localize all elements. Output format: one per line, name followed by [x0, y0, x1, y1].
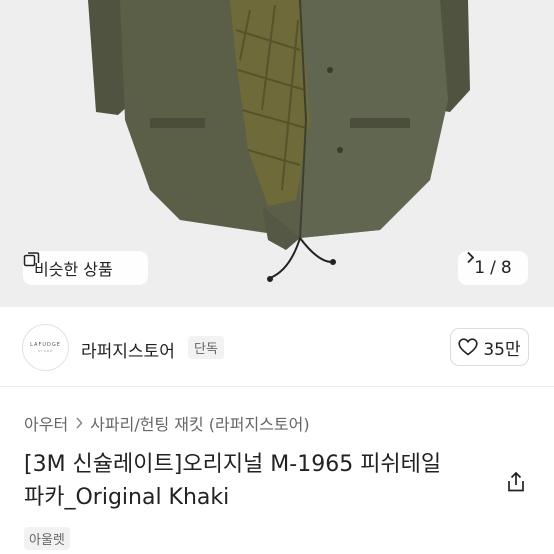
- image-total: 8: [500, 258, 512, 278]
- chevron-right-icon: [467, 251, 475, 264]
- share-icon[interactable]: [504, 470, 528, 494]
- product-image-gallery[interactable]: 비슷한 상품 1 / 8: [0, 0, 554, 307]
- breadcrumb: 아우터 사파리/헌팅 재킷 (라퍼지스토어): [24, 411, 310, 435]
- store-logo[interactable]: LAFUDGE STORE: [22, 324, 69, 371]
- product-title: [3M 신슐레이트]오리지널 M-1965 피쉬테일 파카_Original K…: [24, 448, 494, 514]
- store-logo-text: LAFUDGE: [30, 342, 61, 348]
- product-title-line1: [3M 신슐레이트]오리지널 M-1965 피쉬테일: [24, 452, 442, 477]
- exclusive-badge: 단독: [188, 336, 224, 359]
- store-logo-subtext: STORE: [37, 349, 54, 353]
- heart-icon: [458, 338, 478, 356]
- copy-icon: [23, 252, 40, 267]
- similar-products-button[interactable]: 비슷한 상품: [23, 251, 148, 285]
- breadcrumb-item-category[interactable]: 사파리/헌팅 재킷 (라퍼지스토어): [90, 411, 309, 435]
- product-title-line2: 파카_Original Khaki: [24, 485, 230, 510]
- image-current: 1: [474, 258, 486, 278]
- store-name-link[interactable]: 라퍼지스토어: [81, 337, 175, 362]
- like-count: 35만: [483, 339, 521, 360]
- breadcrumb-item-outer[interactable]: 아우터: [24, 411, 68, 435]
- chevron-right-icon: [76, 417, 83, 429]
- store-info-row: LAFUDGE STORE 라퍼지스토어 단독 35만: [0, 307, 554, 387]
- like-button[interactable]: 35만: [450, 328, 529, 366]
- image-separator: /: [490, 258, 496, 278]
- outlet-tag: 아울렛: [24, 527, 70, 550]
- image-counter[interactable]: 1 / 8: [458, 251, 528, 285]
- similar-products-label: 비슷한 상품: [34, 260, 113, 279]
